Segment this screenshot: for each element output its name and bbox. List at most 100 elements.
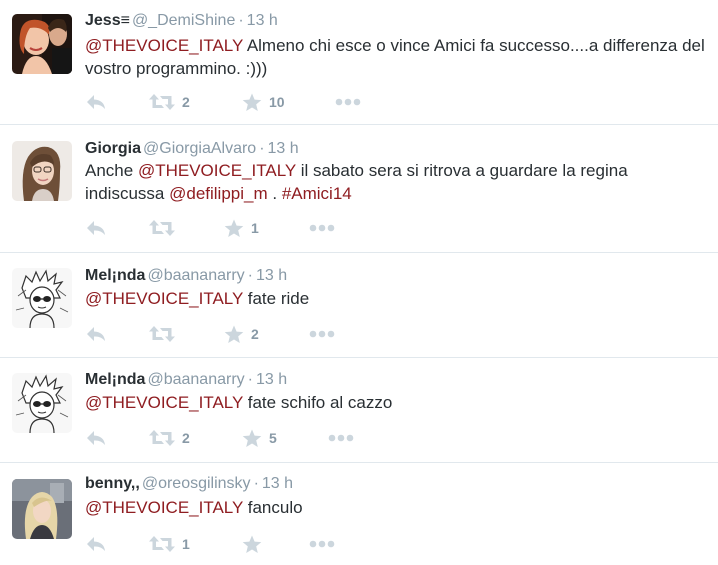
separator-dot: · xyxy=(247,371,253,388)
favorite-count: 2 xyxy=(251,326,259,342)
username[interactable]: @_DemiShine xyxy=(132,12,235,29)
tweet-actions: 1 xyxy=(85,218,385,238)
tweet: Mel¡nda @baananarry · 13 h @THEVOICE_ITALY … xyxy=(0,253,718,358)
fullname[interactable]: benny,, xyxy=(85,475,140,492)
tweet-header: Mel¡nda @baananarry · 13 h xyxy=(85,266,287,286)
mention-link[interactable]: @THEVOICE_ITALY xyxy=(85,289,243,308)
avatar[interactable] xyxy=(12,268,72,328)
reply-button[interactable] xyxy=(85,218,107,238)
tweet-text: @THEVOICE_ITALY Almeno chi esce o vince … xyxy=(85,34,705,80)
star-icon xyxy=(224,219,244,237)
tweet-timeline: Jess≡ @_DemiShine · 13 h @THEVOICE_ITALY Al… xyxy=(0,0,718,565)
separator-dot: · xyxy=(247,267,253,284)
more-icon xyxy=(309,330,335,338)
more-button[interactable] xyxy=(309,534,335,554)
retweet-count: 1 xyxy=(182,536,190,552)
tweet-text-segment: fate schifo al cazzo xyxy=(243,393,393,412)
mention-link[interactable]: @THEVOICE_ITALY xyxy=(85,498,243,517)
favorite-button[interactable]: 5 xyxy=(242,428,277,448)
tweet-actions: 2 xyxy=(85,324,385,344)
username[interactable]: @GiorgiaAlvaro xyxy=(143,140,256,157)
more-icon xyxy=(309,540,335,548)
retweet-icon xyxy=(149,536,175,552)
more-icon xyxy=(335,98,361,106)
reply-icon xyxy=(87,327,105,341)
tweet-header: Giorgia @GiorgiaAlvaro · 13 h xyxy=(85,139,299,159)
username[interactable]: @oreosgilinsky xyxy=(142,475,251,492)
mention-link[interactable]: @THEVOICE_ITALY xyxy=(85,36,243,55)
mention-link[interactable]: @THEVOICE_ITALY xyxy=(138,161,296,180)
timestamp[interactable]: 13 h xyxy=(256,371,287,388)
reply-button[interactable] xyxy=(85,324,107,344)
tweet-header: Jess≡ @_DemiShine · 13 h xyxy=(85,11,278,31)
star-icon xyxy=(242,429,262,447)
separator-dot: · xyxy=(253,475,259,492)
fullname[interactable]: Giorgia xyxy=(85,140,141,157)
retweet-button[interactable] xyxy=(149,218,182,238)
retweet-count: 2 xyxy=(182,94,190,110)
username[interactable]: @baananarry xyxy=(147,267,244,284)
tweet-text: @THEVOICE_ITALY fate schifo al cazzo xyxy=(85,391,705,414)
reply-button[interactable] xyxy=(85,428,107,448)
tweet-text-segment: . xyxy=(267,184,282,203)
favorite-button[interactable]: 2 xyxy=(224,324,259,344)
favorite-count: 10 xyxy=(269,94,285,110)
timestamp[interactable]: 13 h xyxy=(268,140,299,157)
avatar[interactable] xyxy=(12,479,72,539)
retweet-button[interactable]: 2 xyxy=(149,428,190,448)
favorite-button[interactable]: 1 xyxy=(224,218,259,238)
separator-dot: · xyxy=(259,140,265,157)
tweet: Jess≡ @_DemiShine · 13 h @THEVOICE_ITALY Al… xyxy=(0,0,718,125)
fullname[interactable]: Mel¡nda xyxy=(85,267,145,284)
tweet: benny,, @oreosgilinsky · 13 h @THEVOICE_ITA… xyxy=(0,463,718,565)
more-icon xyxy=(309,224,335,232)
star-icon xyxy=(242,535,262,553)
star-icon xyxy=(242,93,262,111)
mention-link[interactable]: @THEVOICE_ITALY xyxy=(85,393,243,412)
timestamp[interactable]: 13 h xyxy=(247,12,278,29)
reply-icon xyxy=(87,537,105,551)
mention-link[interactable]: @defilippi_m xyxy=(169,184,268,203)
more-button[interactable] xyxy=(309,218,335,238)
retweet-icon xyxy=(149,430,175,446)
tweet: Mel¡nda @baananarry · 13 h @THEVOICE_ITALY … xyxy=(0,358,718,463)
tweet-text-segment: fanculo xyxy=(243,498,303,517)
tweet-actions: 1 xyxy=(85,534,385,554)
retweet-button[interactable] xyxy=(149,324,182,344)
reply-button[interactable] xyxy=(85,92,107,112)
timestamp[interactable]: 13 h xyxy=(262,475,293,492)
more-icon xyxy=(328,434,354,442)
tweet-actions: 2 10 xyxy=(85,92,385,112)
tweet-text: Anche @THEVOICE_ITALY il sabato sera si … xyxy=(85,159,705,205)
username[interactable]: @baananarry xyxy=(147,371,244,388)
more-button[interactable] xyxy=(309,324,335,344)
reply-button[interactable] xyxy=(85,534,107,554)
retweet-button[interactable]: 2 xyxy=(149,92,190,112)
favorite-button[interactable] xyxy=(242,534,269,554)
more-button[interactable] xyxy=(328,428,354,448)
retweet-icon xyxy=(149,94,175,110)
fullname[interactable]: Jess≡ xyxy=(85,12,130,29)
favorite-count: 1 xyxy=(251,220,259,236)
timestamp[interactable]: 13 h xyxy=(256,267,287,284)
favorite-count: 5 xyxy=(269,430,277,446)
retweet-count: 2 xyxy=(182,430,190,446)
avatar[interactable] xyxy=(12,14,72,74)
tweet: Giorgia @GiorgiaAlvaro · 13 h Anche @THEVOI… xyxy=(0,125,718,253)
fullname[interactable]: Mel¡nda xyxy=(85,371,145,388)
reply-icon xyxy=(87,221,105,235)
reply-icon xyxy=(87,95,105,109)
avatar[interactable] xyxy=(12,141,72,201)
separator-dot: · xyxy=(238,12,244,29)
more-button[interactable] xyxy=(335,92,361,112)
hashtag-link[interactable]: #Amici14 xyxy=(282,184,352,203)
tweet-actions: 2 5 xyxy=(85,428,385,448)
favorite-button[interactable]: 10 xyxy=(242,92,285,112)
tweet-text-segment: fate ride xyxy=(243,289,310,308)
reply-icon xyxy=(87,431,105,445)
retweet-button[interactable]: 1 xyxy=(149,534,190,554)
tweet-text-segment: Anche xyxy=(85,161,138,180)
retweet-icon xyxy=(149,326,175,342)
tweet-header: benny,, @oreosgilinsky · 13 h xyxy=(85,474,293,494)
avatar[interactable] xyxy=(12,373,72,433)
